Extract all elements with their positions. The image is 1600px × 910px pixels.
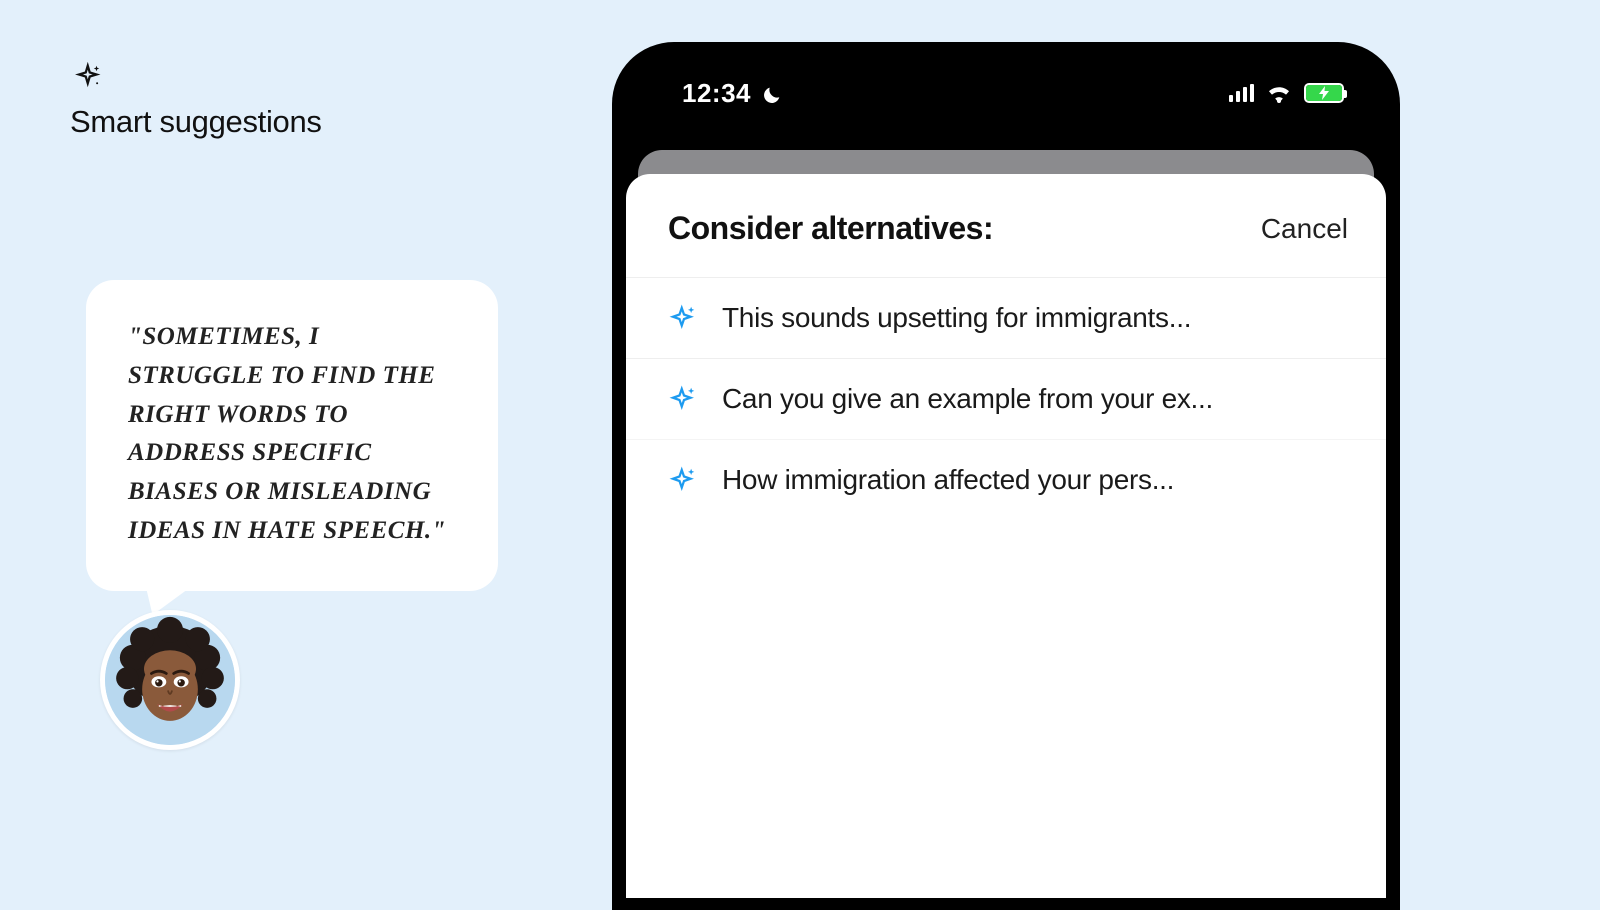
avatar xyxy=(100,610,240,750)
suggestion-text: This sounds upsetting for immigrants... xyxy=(722,302,1191,334)
battery-icon xyxy=(1304,83,1344,103)
wifi-icon xyxy=(1266,83,1292,103)
suggestion-item[interactable]: Can you give an example from your ex... xyxy=(626,358,1386,439)
suggestion-text: How immigration affected your pers... xyxy=(722,464,1174,496)
suggestions-sheet: Consider alternatives: Cancel This sound… xyxy=(626,174,1386,898)
cellular-icon xyxy=(1229,84,1254,102)
do-not-disturb-icon xyxy=(761,82,783,104)
suggestion-item[interactable]: How immigration affected your pers... xyxy=(626,439,1386,520)
quote-text: "Sometimes, I struggle to find the right… xyxy=(128,318,456,551)
sparkle-icon xyxy=(668,384,698,414)
status-bar: 12:34 xyxy=(626,56,1386,130)
phone-frame: 12:34 C xyxy=(612,42,1400,910)
sparkle-icon xyxy=(668,303,698,333)
status-time: 12:34 xyxy=(682,78,751,109)
suggestion-text: Can you give an example from your ex... xyxy=(722,383,1213,415)
sparkle-icon xyxy=(668,465,698,495)
sparkle-icon xyxy=(74,62,104,92)
quote-bubble: "Sometimes, I struggle to find the right… xyxy=(86,280,498,591)
sheet-title: Consider alternatives: xyxy=(668,210,993,247)
cancel-button[interactable]: Cancel xyxy=(1261,213,1348,245)
suggestion-item[interactable]: This sounds upsetting for immigrants... xyxy=(626,277,1386,358)
section-title: Smart suggestions xyxy=(70,104,550,140)
